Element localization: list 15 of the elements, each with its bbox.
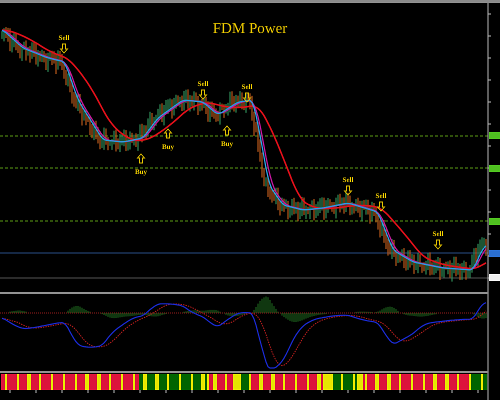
down-arrow-icon [198,90,208,100]
price-tag [489,132,500,139]
down-arrow-icon [60,44,68,54]
price-tag [489,165,500,172]
up-arrow-icon [136,153,146,164]
down-arrow-icon [344,186,352,196]
down-arrow-icon [242,92,252,103]
price-tag [489,218,500,225]
price-tag [489,250,500,257]
down-arrow-icon [434,240,442,250]
price-tag [489,274,500,281]
chart-title: FDM Power [212,21,288,37]
down-arrow-icon [376,202,386,212]
up-arrow-icon [222,125,232,136]
up-arrow-icon [164,128,172,138]
